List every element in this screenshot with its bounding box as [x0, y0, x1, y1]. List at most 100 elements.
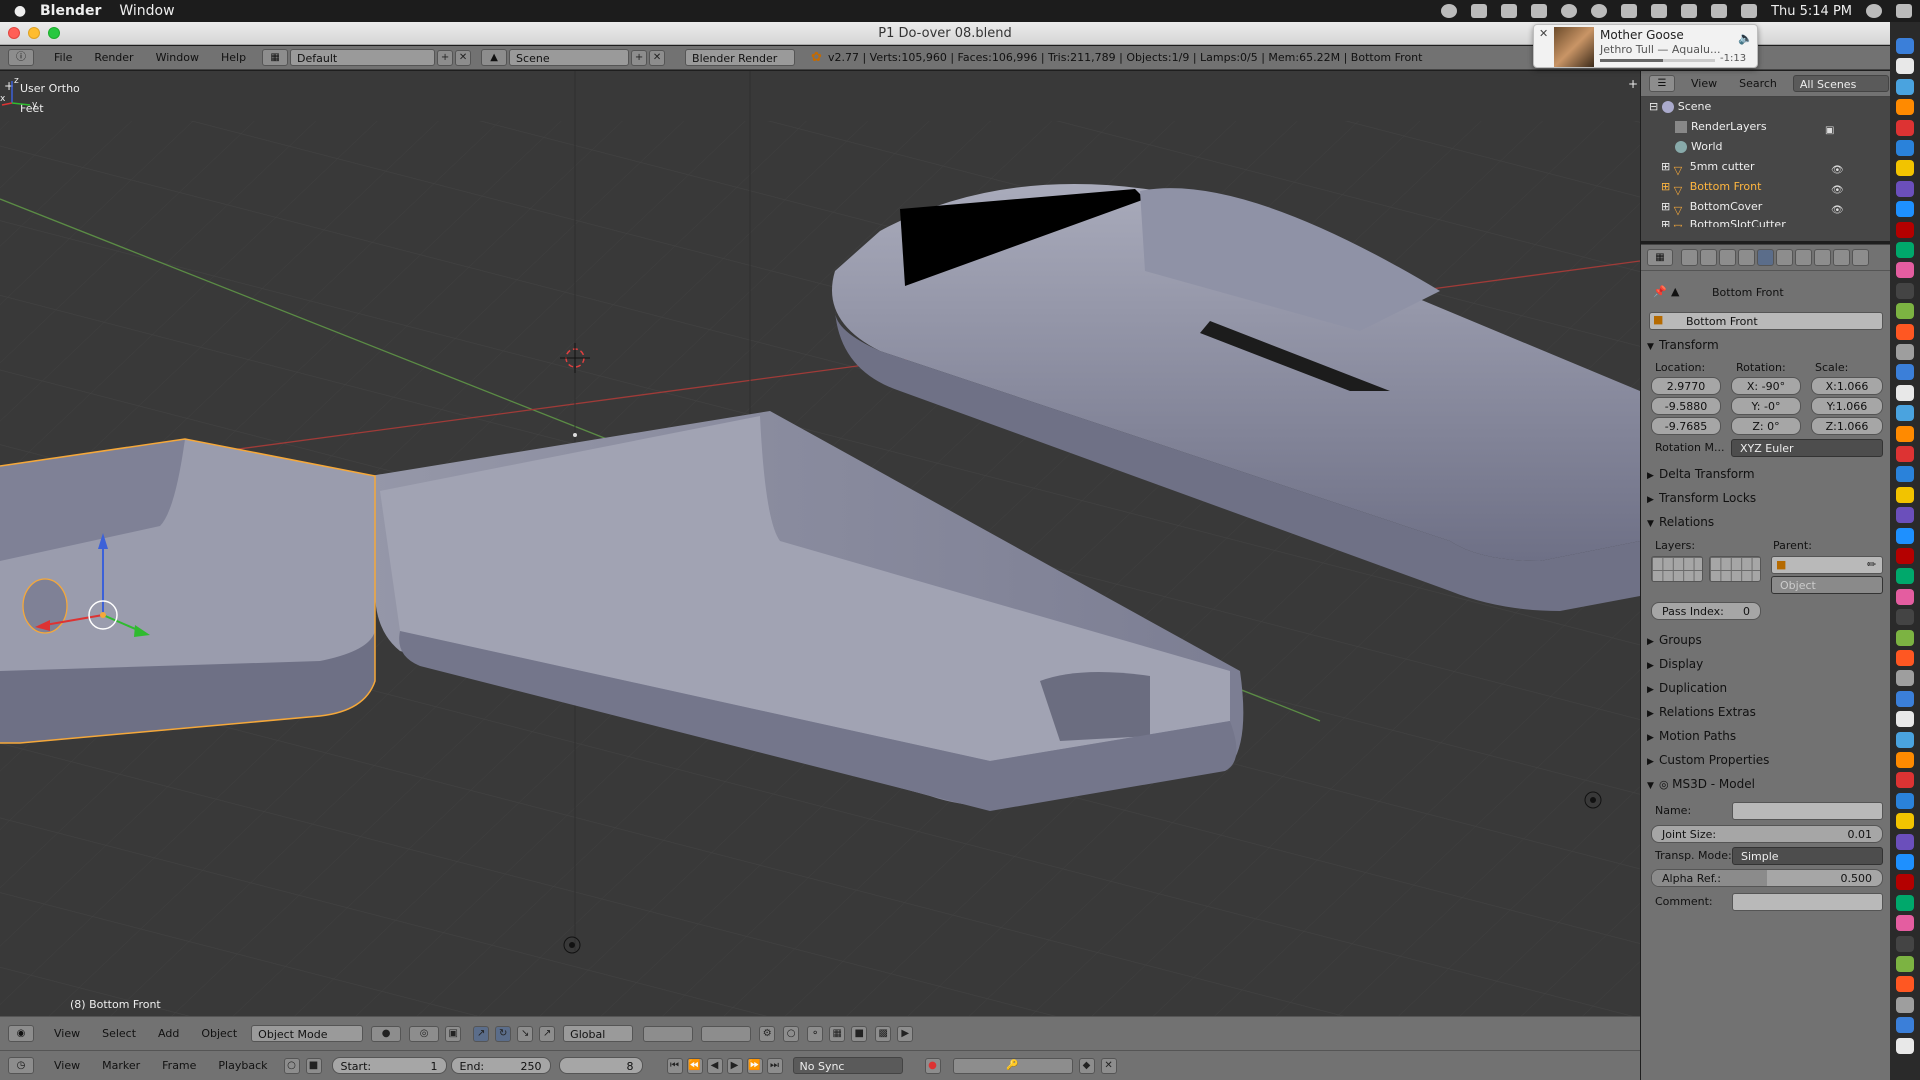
- lock-time-icon[interactable]: ■: [305, 1057, 322, 1074]
- tab-material[interactable]: [1833, 249, 1850, 266]
- dock-app-icon[interactable]: [1896, 425, 1914, 442]
- speaker-icon[interactable]: 🔈: [1738, 31, 1753, 45]
- pin-icon[interactable]: 📌: [1653, 285, 1667, 298]
- dock-app-icon[interactable]: [1896, 221, 1914, 238]
- rotate-manipulator-icon[interactable]: ↻: [495, 1025, 512, 1042]
- snap-element-icon[interactable]: ▦: [829, 1025, 846, 1042]
- outliner-item-5mm-cutter[interactable]: ⊞ ▽ 5mm cutter 👁: [1661, 157, 1901, 177]
- spotlight-search-icon[interactable]: [1866, 4, 1882, 18]
- notification-center-icon[interactable]: [1896, 4, 1912, 18]
- dock-app-icon[interactable]: [1896, 854, 1914, 870]
- properties-editor[interactable]: ▦ 📌 ▲ Bottom Front Bottom Front ■ ▼ Trans…: [1641, 244, 1890, 1080]
- scale-manipulator-icon[interactable]: ↘: [517, 1025, 534, 1042]
- keying-set-field[interactable]: 🔑: [952, 1057, 1073, 1074]
- parent-type-dropdown[interactable]: Object: [1771, 576, 1883, 594]
- dock-app-icon[interactable]: [1896, 507, 1914, 524]
- timeline-menu-frame[interactable]: Frame: [156, 1057, 202, 1074]
- viewport-scene[interactable]: [0, 71, 1640, 1016]
- translate-manipulator-icon[interactable]: ↗: [473, 1025, 490, 1042]
- dock-app-icon[interactable]: [1896, 119, 1914, 136]
- manipulator-toggle-icon[interactable]: ▣: [445, 1025, 462, 1042]
- clock[interactable]: Thu 5:14 PM: [1771, 4, 1852, 19]
- snap-toggle-icon[interactable]: ⚬: [807, 1025, 824, 1042]
- expand-icon[interactable]: ⊞: [1661, 160, 1674, 173]
- render-preview-icon[interactable]: ▩: [875, 1025, 892, 1042]
- play-reverse-icon[interactable]: ◀: [706, 1057, 723, 1074]
- collapse-icon[interactable]: ⊟: [1649, 100, 1662, 113]
- expand-icon[interactable]: ⊞: [1661, 180, 1674, 193]
- panel-transform-header[interactable]: ▼ Transform: [1647, 335, 1885, 355]
- dock-app-icon[interactable]: [1896, 792, 1914, 809]
- outliner-item-bottomcover[interactable]: ⊞ ▽ BottomCover 👁: [1661, 197, 1901, 217]
- dock-app-icon[interactable]: [1896, 588, 1914, 605]
- drive-icon[interactable]: [1531, 4, 1548, 18]
- jump-start-icon[interactable]: ⏮: [666, 1057, 683, 1074]
- dock-app-icon[interactable]: [1896, 976, 1914, 993]
- screen-layout-field[interactable]: Default: [290, 49, 436, 66]
- tab-texture[interactable]: [1852, 249, 1869, 266]
- panel-relations-extras-header[interactable]: ▶ Relations Extras: [1647, 702, 1885, 722]
- camera-icon[interactable]: [1471, 4, 1488, 18]
- minimize-window-button[interactable]: [28, 27, 40, 39]
- dock-app-icon[interactable]: [1896, 140, 1914, 156]
- rotation-y-field[interactable]: Y: -0°: [1731, 397, 1801, 415]
- viewport-expand-icon[interactable]: +: [1628, 77, 1638, 91]
- dock-app-icon[interactable]: [1896, 772, 1914, 789]
- rotation-z-field[interactable]: Z: 0°: [1731, 417, 1801, 435]
- outliner-menu-view[interactable]: View: [1685, 75, 1723, 92]
- dock-app-icon[interactable]: [1896, 201, 1914, 218]
- render-engine-dropdown[interactable]: Blender Render: [685, 49, 796, 66]
- bluetooth-icon[interactable]: [1651, 4, 1668, 18]
- info-editor-type-icon[interactable]: ⓘ: [8, 49, 34, 66]
- dock-app-icon[interactable]: [1896, 1017, 1914, 1034]
- add-scene-icon[interactable]: +: [631, 49, 648, 66]
- dock-app-icon[interactable]: [1896, 894, 1914, 911]
- dock-app-icon[interactable]: [1896, 833, 1914, 850]
- outliner-item-world[interactable]: World: [1675, 137, 1915, 157]
- dock-app-icon[interactable]: [1896, 956, 1914, 972]
- scale-z-field[interactable]: Z:1.066: [1811, 417, 1883, 435]
- dock-app-icon[interactable]: [1896, 38, 1914, 54]
- jump-keyframe-forward-icon[interactable]: ⏩: [746, 1057, 763, 1074]
- pass-index-field[interactable]: Pass Index: 0: [1651, 602, 1761, 620]
- location-x-field[interactable]: 2.9770: [1651, 377, 1721, 395]
- selected-bottom-mesh[interactable]: [0, 438, 376, 744]
- menu-object[interactable]: Object: [195, 1025, 243, 1042]
- panel-motion-paths-header[interactable]: ▶ Motion Paths: [1647, 726, 1885, 746]
- display-icon[interactable]: [1711, 4, 1728, 18]
- outliner-item-bottom-front[interactable]: ⊞ ▽ Bottom Front 👁: [1661, 177, 1901, 197]
- eject-icon[interactable]: [1621, 4, 1638, 18]
- dock-app-icon[interactable]: [1896, 568, 1914, 585]
- outliner[interactable]: ☰ View Search All Scenes ⊟ Scene RenderL…: [1641, 71, 1890, 241]
- joint-size-slider[interactable]: Joint Size: 0.01: [1651, 825, 1883, 843]
- layers-grid-a[interactable]: [643, 1025, 694, 1042]
- app-menu-blender[interactable]: Blender: [40, 3, 101, 19]
- layers-grid-b[interactable]: [701, 1025, 752, 1042]
- menu-add[interactable]: Add: [152, 1025, 185, 1042]
- delete-keyframe-icon[interactable]: ✕: [1100, 1057, 1117, 1074]
- scene-field[interactable]: Scene: [509, 49, 630, 66]
- delete-layout-icon[interactable]: ✕: [455, 49, 472, 66]
- volume-icon[interactable]: [1741, 4, 1758, 18]
- dock-app-icon[interactable]: [1896, 99, 1914, 116]
- dock-app-icon[interactable]: [1896, 344, 1914, 360]
- outliner-editor-icon[interactable]: ☰: [1649, 75, 1675, 92]
- dock-app-icon[interactable]: [1896, 548, 1914, 564]
- object-name-field[interactable]: Bottom Front: [1649, 312, 1883, 330]
- time-machine-icon[interactable]: [1591, 4, 1608, 18]
- timeline-menu-playback[interactable]: Playback: [212, 1057, 273, 1074]
- panel-relations-header[interactable]: ▼ Relations: [1647, 512, 1885, 532]
- timeline-editor-icon[interactable]: ◷: [8, 1057, 34, 1074]
- outliner-item-bottomslotcutter[interactable]: ⊞ ▽BottomSlotCutter: [1661, 215, 1901, 227]
- 3d-viewport[interactable]: User Ortho Feet (8) Bottom Front + + z y…: [0, 71, 1640, 1016]
- end-frame-field[interactable]: End: 250: [450, 1057, 551, 1074]
- tab-data[interactable]: [1814, 249, 1831, 266]
- panel-groups-header[interactable]: ▶ Groups: [1647, 630, 1885, 650]
- timeline-menu-marker[interactable]: Marker: [96, 1057, 146, 1074]
- snap-target-icon[interactable]: ■: [851, 1025, 868, 1042]
- scene-icon[interactable]: ▲: [481, 49, 508, 66]
- dock-app-icon[interactable]: [1896, 670, 1914, 687]
- dock-app-icon[interactable]: [1896, 650, 1914, 666]
- dock-app-icon[interactable]: [1896, 1037, 1914, 1054]
- transform-orientation-dropdown[interactable]: Global: [563, 1025, 634, 1042]
